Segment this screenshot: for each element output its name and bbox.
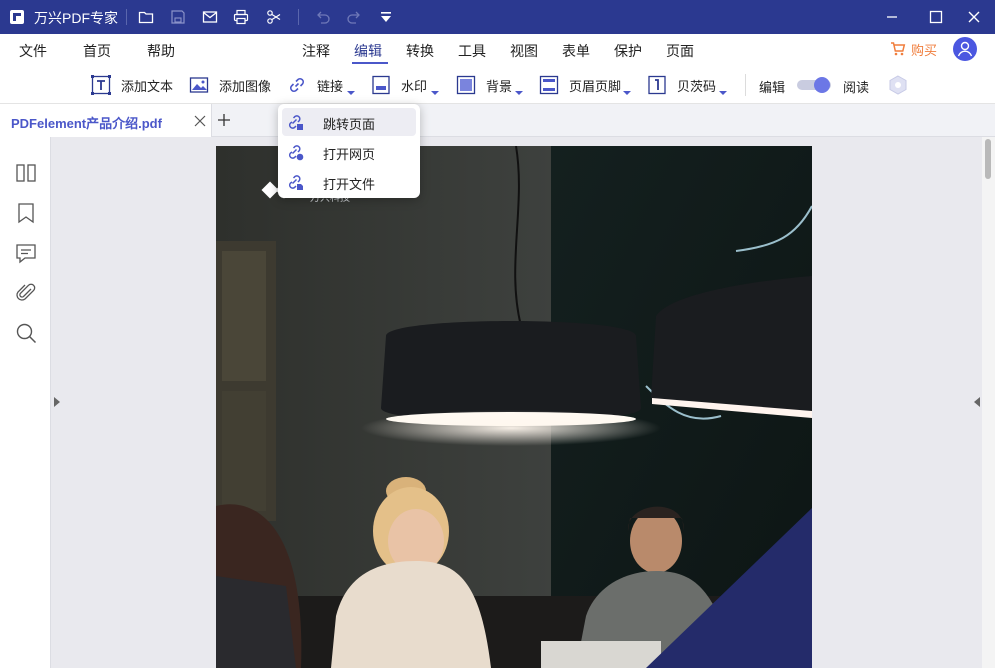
tab-protect[interactable]: 保护	[614, 41, 642, 61]
edit-toolbar: 添加文本 添加图像 链接 水印 背景 页眉页脚 贝茨码 编辑 阅读	[0, 66, 995, 104]
divider	[126, 9, 127, 25]
menu-item-label: 跳转页面	[323, 117, 376, 132]
text-box-icon	[91, 75, 111, 95]
attachment-icon[interactable]	[14, 281, 38, 305]
bookmark-icon[interactable]	[14, 201, 38, 225]
pdf-page: 万兴科技	[216, 146, 812, 668]
background-dropdown-caret-icon[interactable]	[515, 91, 523, 95]
menu-home[interactable]: 首页	[83, 41, 111, 61]
app-logo-icon	[10, 10, 24, 24]
menu-item-open-web[interactable]: 打开网页	[282, 138, 416, 166]
background-label: 背景	[486, 78, 513, 94]
header-footer-label: 页眉页脚	[569, 78, 622, 94]
menu-item-open-file[interactable]: 打开文件	[282, 168, 416, 196]
link-file-icon	[288, 175, 303, 190]
open-folder-icon[interactable]	[138, 9, 154, 25]
thumbnails-icon[interactable]	[14, 161, 38, 185]
close-window-icon[interactable]	[966, 9, 982, 25]
cart-icon	[891, 42, 906, 56]
menu-file[interactable]: 文件	[19, 41, 47, 61]
add-text-button[interactable]: 添加文本	[91, 66, 173, 104]
document-tab-bar: PDFelement产品介绍.pdf	[0, 104, 995, 138]
background-icon	[456, 75, 476, 95]
link-icon	[290, 78, 304, 92]
header-footer-dropdown-caret-icon[interactable]	[623, 91, 631, 95]
expand-right-panel-icon[interactable]	[973, 397, 981, 407]
bates-label: 贝茨码	[677, 78, 717, 94]
menu-item-label: 打开网页	[323, 147, 376, 162]
document-tab[interactable]: PDFelement产品介绍.pdf	[0, 104, 212, 138]
link-button[interactable]: 链接	[287, 66, 343, 104]
search-icon[interactable]	[14, 321, 38, 345]
tab-view[interactable]: 视图	[510, 41, 538, 61]
document-tab-label: PDFelement产品介绍.pdf	[11, 116, 162, 131]
menu-help[interactable]: 帮助	[147, 41, 175, 61]
add-image-label: 添加图像	[219, 78, 272, 94]
settings-hexagon-icon[interactable]	[887, 74, 909, 96]
watermark-dropdown-caret-icon[interactable]	[431, 91, 439, 95]
add-image-button[interactable]: 添加图像	[189, 66, 271, 104]
link-label: 链接	[317, 78, 344, 94]
new-tab-icon[interactable]	[217, 113, 231, 127]
background-button[interactable]: 背景	[456, 66, 512, 104]
divider	[298, 9, 299, 25]
mail-icon[interactable]	[202, 9, 218, 25]
link-dropdown-caret-icon[interactable]	[347, 91, 355, 95]
print-icon[interactable]	[233, 9, 249, 25]
quick-access-dropdown-icon[interactable]	[378, 9, 394, 25]
undo-icon[interactable]	[315, 9, 331, 25]
scrollbar-thumb[interactable]	[985, 139, 991, 179]
tab-page[interactable]: 页面	[666, 41, 694, 61]
close-tab-icon[interactable]	[194, 115, 206, 127]
tab-convert[interactable]: 转换	[406, 41, 434, 61]
menu-item-go-to-page[interactable]: 跳转页面	[282, 108, 416, 136]
menu-bar: 文件 首页 帮助 注释 编辑 转换 工具 视图 表单 保护 页面 购买	[0, 34, 995, 66]
save-icon[interactable]	[170, 9, 186, 25]
add-text-label: 添加文本	[121, 78, 174, 94]
watermark-button[interactable]: 水印	[371, 66, 427, 104]
header-footer-icon	[539, 75, 559, 95]
edit-mode-label: 编辑	[759, 80, 786, 95]
image-icon	[189, 77, 209, 93]
office-meeting-photo	[216, 146, 812, 668]
header-footer-button[interactable]: 页眉页脚	[539, 66, 621, 104]
left-sidebar	[0, 137, 51, 668]
buy-button[interactable]: 购买	[890, 40, 937, 58]
watermark-icon	[372, 75, 390, 95]
toolbar-divider	[745, 74, 746, 96]
watermark-label: 水印	[401, 78, 428, 94]
bates-dropdown-caret-icon[interactable]	[719, 91, 727, 95]
redo-icon[interactable]	[346, 9, 362, 25]
tab-comment[interactable]: 注释	[302, 41, 330, 61]
account-avatar-icon[interactable]	[953, 37, 977, 61]
scissors-icon[interactable]	[266, 9, 282, 25]
edit-read-toggle[interactable]	[797, 77, 831, 93]
app-title: 万兴PDF专家	[34, 10, 118, 26]
title-bar: 万兴PDF专家	[0, 0, 995, 34]
active-tab-indicator	[352, 62, 388, 64]
expand-left-panel-icon[interactable]	[53, 397, 61, 407]
vertical-scrollbar[interactable]	[982, 137, 995, 668]
comment-icon[interactable]	[14, 241, 38, 265]
tab-edit[interactable]: 编辑	[354, 41, 382, 61]
maximize-icon[interactable]	[928, 9, 944, 25]
read-mode-label: 阅读	[843, 80, 870, 95]
menu-item-label: 打开文件	[323, 177, 376, 192]
tab-tools[interactable]: 工具	[458, 41, 486, 61]
link-page-icon	[288, 115, 303, 130]
buy-label: 购买	[911, 42, 938, 58]
tab-form[interactable]: 表单	[562, 41, 590, 61]
link-web-icon	[288, 145, 304, 161]
bates-button[interactable]: 贝茨码	[647, 66, 716, 104]
minimize-icon[interactable]	[884, 9, 900, 25]
link-dropdown-menu: 跳转页面 打开网页 打开文件	[278, 104, 420, 198]
bates-number-icon	[648, 75, 666, 95]
